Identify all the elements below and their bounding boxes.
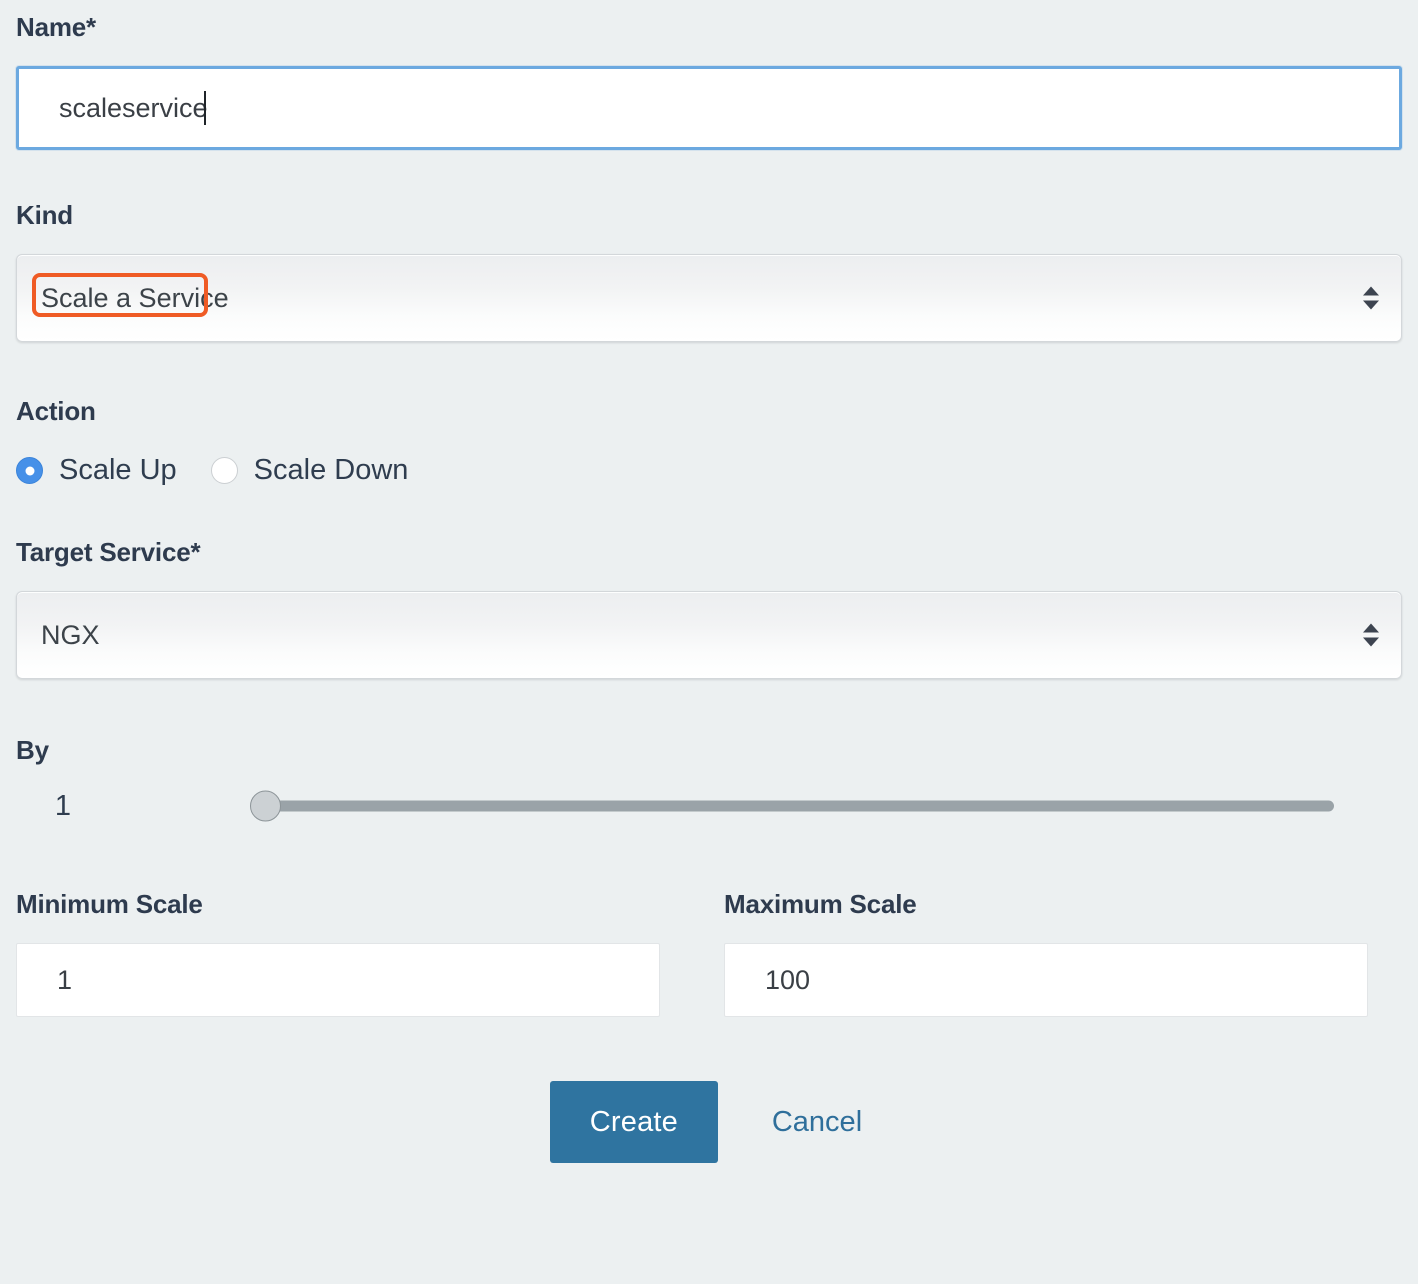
- kind-label: Kind: [16, 200, 73, 230]
- name-input-wrapper[interactable]: scaleservice: [16, 66, 1402, 150]
- by-field-group: By 1: [16, 737, 1402, 829]
- radio-scale-up-label: Scale Up: [59, 454, 177, 486]
- radio-scale-down-label: Scale Down: [253, 454, 409, 486]
- scale-fields-row: Minimum Scale Maximum Scale: [16, 891, 1402, 1017]
- slider-thumb[interactable]: [250, 790, 281, 822]
- target-service-field-group: Target Service* NGX: [16, 539, 1402, 679]
- action-label: Action: [16, 396, 96, 426]
- radio-scale-up[interactable]: Scale Up: [16, 454, 177, 487]
- minimum-scale-field-group: Minimum Scale: [16, 891, 660, 1017]
- action-field-group: Action Scale Up Scale Down: [16, 398, 1402, 487]
- create-button[interactable]: Create: [549, 1081, 718, 1163]
- minimum-scale-label: Minimum Scale: [16, 889, 203, 919]
- target-service-select-value: NGX: [41, 619, 100, 650]
- radio-selected-icon: [16, 457, 43, 484]
- action-radio-group: Scale Up Scale Down: [16, 454, 1402, 487]
- kind-field-group: Kind Scale a Service: [16, 202, 1402, 342]
- maximum-scale-input-wrapper[interactable]: [724, 943, 1368, 1017]
- text-cursor-icon: [203, 91, 206, 125]
- kind-select-value: Scale a Service: [41, 282, 229, 313]
- maximum-scale-input[interactable]: [725, 944, 1367, 1016]
- minimum-scale-input[interactable]: [17, 944, 659, 1016]
- maximum-scale-field-group: Maximum Scale: [724, 891, 1368, 1017]
- chevron-updown-icon: [1363, 286, 1379, 310]
- chevron-updown-icon: [1363, 623, 1379, 647]
- name-input-value: scaleservice: [59, 92, 208, 123]
- by-slider-row: 1: [16, 783, 1402, 829]
- maximum-scale-label: Maximum Scale: [724, 889, 917, 919]
- name-field-group: Name* scaleservice: [16, 0, 1402, 150]
- by-label: By: [16, 735, 49, 765]
- slider-track[interactable]: [266, 800, 1334, 812]
- target-service-select-wrapper[interactable]: NGX: [16, 591, 1402, 679]
- minimum-scale-input-wrapper[interactable]: [16, 943, 660, 1017]
- cancel-button[interactable]: Cancel: [766, 1096, 868, 1149]
- radio-unselected-icon: [210, 457, 238, 484]
- kind-select-wrapper[interactable]: Scale a Service: [16, 254, 1402, 342]
- target-service-label: Target Service*: [16, 537, 201, 567]
- kind-select[interactable]: Scale a Service: [16, 254, 1402, 342]
- name-label: Name*: [16, 12, 96, 42]
- scale-service-form: Name* scaleservice Kind Scale a Service …: [0, 0, 1418, 1284]
- target-service-select[interactable]: NGX: [16, 591, 1402, 679]
- by-value: 1: [54, 789, 72, 822]
- by-slider[interactable]: [240, 783, 1334, 829]
- radio-scale-down[interactable]: Scale Down: [210, 454, 409, 487]
- form-actions: Create Cancel: [16, 1081, 1402, 1163]
